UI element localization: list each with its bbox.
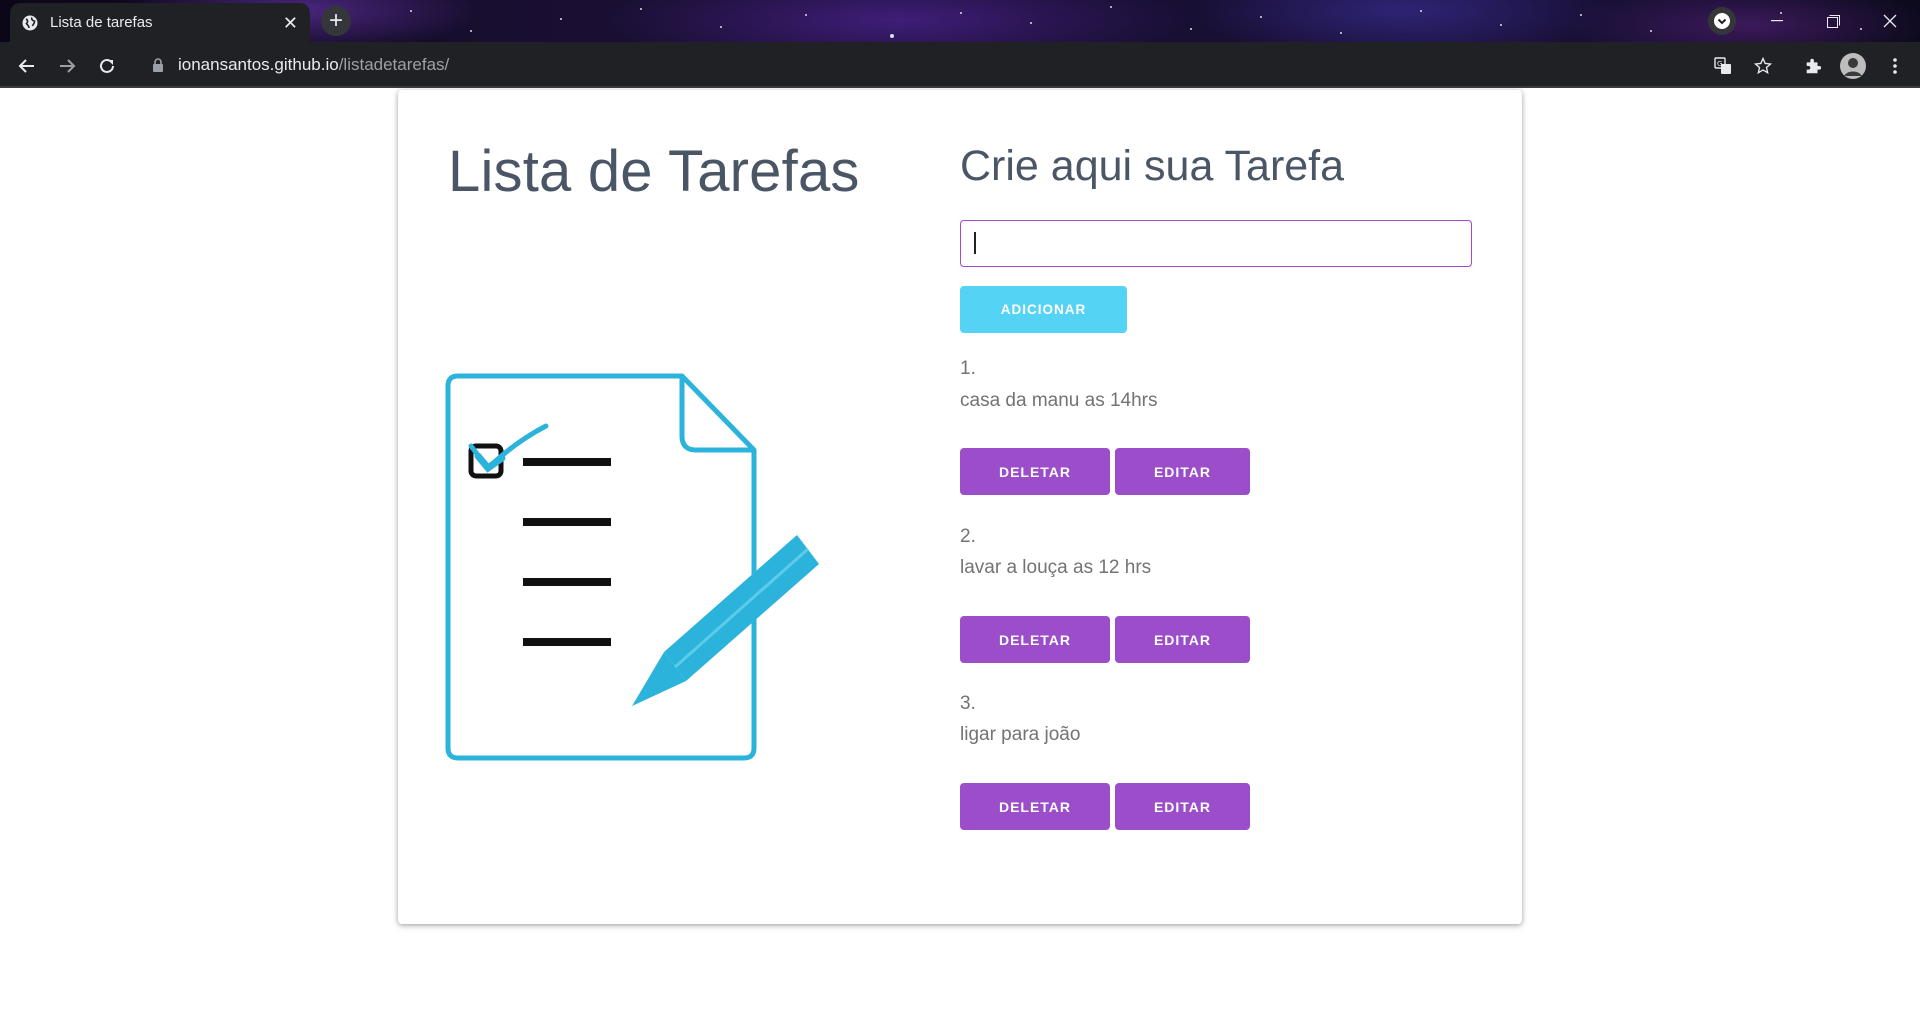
svg-text:G: G: [1717, 60, 1722, 68]
restore-icon[interactable]: [1810, 8, 1856, 34]
edit-task-button[interactable]: EDITAR: [1115, 448, 1250, 495]
forward-icon[interactable]: [52, 51, 82, 81]
text-caret: [974, 232, 976, 254]
extensions-icon[interactable]: [1799, 52, 1827, 80]
delete-task-button[interactable]: DELETAR: [960, 783, 1110, 830]
edit-task-button[interactable]: EDITAR: [1115, 783, 1250, 830]
edit-task-button[interactable]: EDITAR: [1115, 616, 1250, 663]
menu-icon[interactable]: [1881, 52, 1909, 80]
task-text: casa da manu as 14hrs: [960, 390, 1158, 411]
url-domain: ionansantos.github.io: [178, 55, 339, 74]
delete-task-button[interactable]: DELETAR: [960, 616, 1110, 663]
tab-title: Lista de tarefas: [50, 14, 153, 31]
address-bar[interactable]: ionansantos.github.io/listadetarefas/: [140, 48, 1698, 82]
task-text: ligar para joão: [960, 724, 1081, 745]
chevron-down-icon: [1714, 13, 1730, 29]
new-tab-icon[interactable]: +: [321, 6, 351, 36]
toolbar-divider: [0, 86, 1920, 88]
browser-tab-active[interactable]: Lista de tarefas ✕: [10, 3, 310, 42]
task-text: lavar a louça as 12 hrs: [960, 557, 1152, 578]
checklist-illustration: [445, 373, 819, 761]
add-task-button[interactable]: ADICIONAR: [960, 286, 1127, 333]
reload-icon[interactable]: [92, 51, 122, 81]
task-input[interactable]: [960, 220, 1472, 267]
form-heading: Crie aqui sua Tarefa: [960, 142, 1345, 190]
close-icon[interactable]: ✕: [283, 14, 298, 32]
url-path: /listadetarefas/: [338, 55, 450, 74]
delete-task-button[interactable]: DELETAR: [960, 448, 1110, 495]
minimize-icon[interactable]: [1754, 8, 1800, 34]
profile-avatar[interactable]: [1839, 52, 1867, 80]
window-close-icon[interactable]: [1867, 8, 1913, 34]
task-number: 1.: [960, 358, 976, 379]
translate-icon[interactable]: G: [1709, 52, 1737, 80]
task-number: 3.: [960, 693, 976, 714]
page-title: Lista de Tarefas: [448, 139, 860, 204]
star-icon[interactable]: [1749, 52, 1777, 80]
globe-icon: [22, 15, 38, 30]
task-number: 2.: [960, 526, 976, 547]
tab-search-icon[interactable]: [1708, 7, 1736, 35]
back-icon[interactable]: [12, 51, 42, 81]
lock-icon: [153, 58, 163, 72]
